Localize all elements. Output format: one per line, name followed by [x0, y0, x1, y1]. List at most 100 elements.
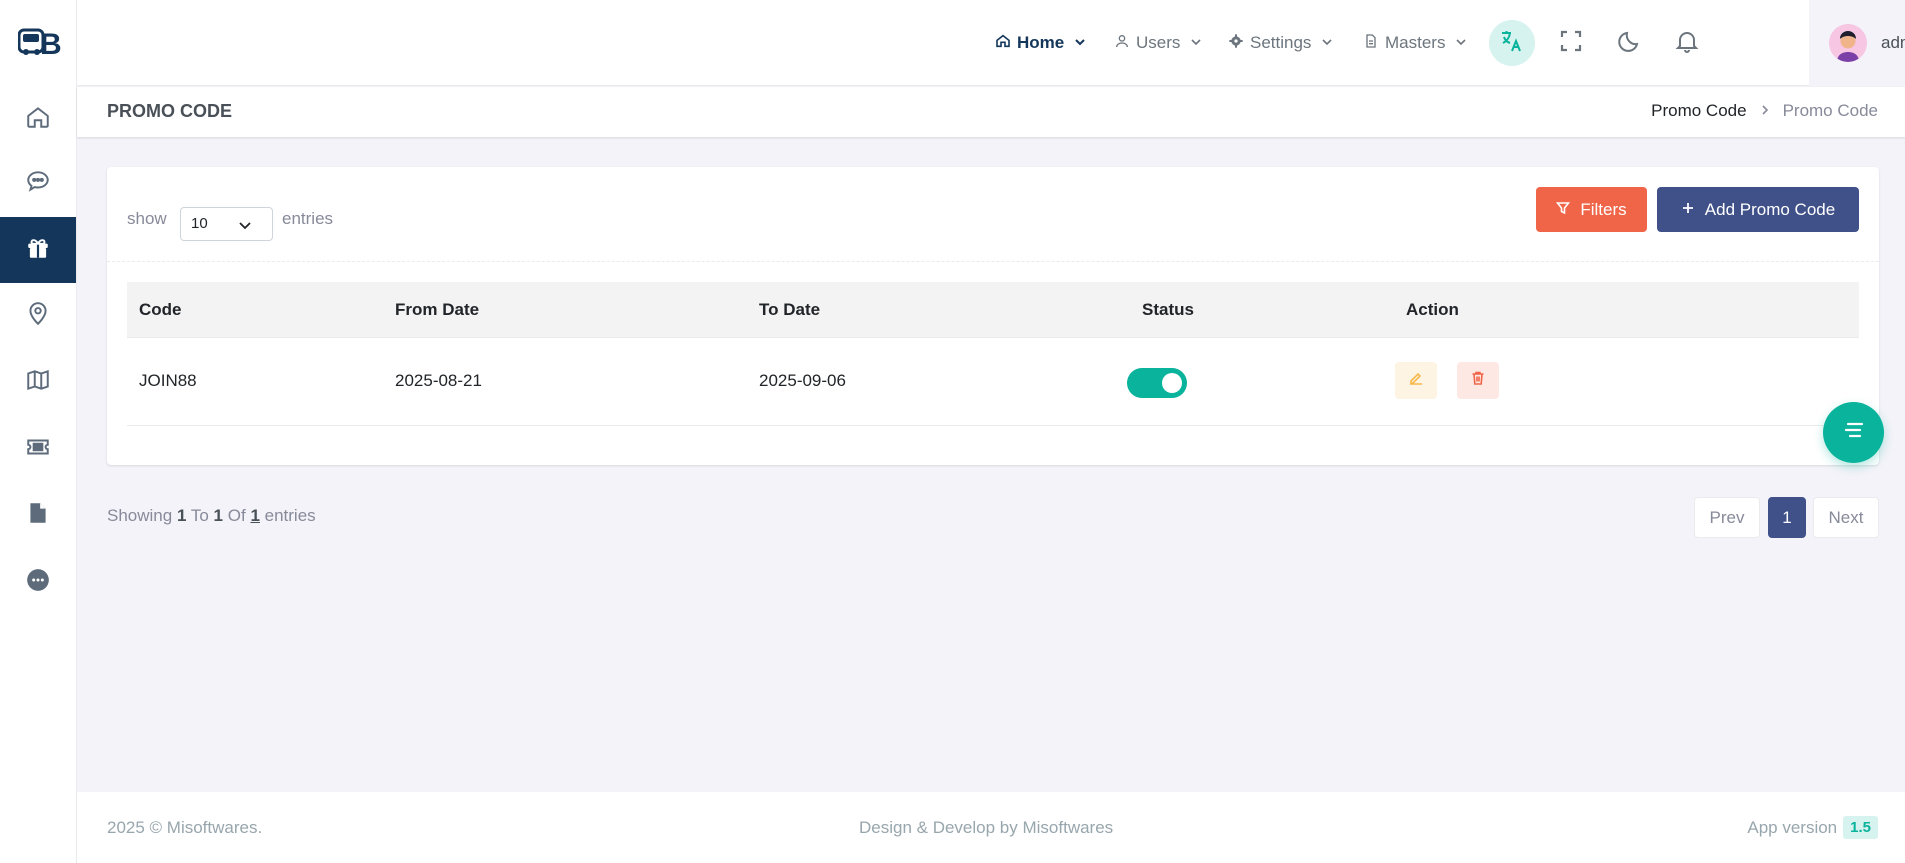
sidebar-item-ticket[interactable] [0, 416, 76, 482]
filter-icon [1556, 200, 1571, 220]
sidebar-item-promo[interactable] [0, 217, 76, 283]
chevron-down-icon [1186, 33, 1202, 53]
file-icon [25, 500, 51, 531]
page-1-button[interactable]: 1 [1768, 497, 1806, 538]
chevron-right-icon [1759, 101, 1771, 121]
prev-page-button[interactable]: Prev [1694, 497, 1760, 538]
notifications-button[interactable] [1664, 20, 1710, 66]
sidebar-item-chat[interactable] [0, 150, 76, 216]
fullscreen-button[interactable] [1548, 20, 1594, 66]
file-icon [1363, 33, 1379, 54]
sidebar-item-document[interactable] [0, 482, 76, 548]
status-toggle-knob [1162, 373, 1182, 393]
chevron-down-icon [1451, 33, 1467, 53]
breadcrumb-current: Promo Code [1782, 101, 1878, 120]
topbar: Home Users Settings Masters ad [77, 0, 1905, 86]
plus-icon [1681, 200, 1695, 220]
topnav-masters-label: Masters [1385, 33, 1446, 52]
showing-to-word: To [190, 506, 209, 525]
showing-suffix: entries [264, 506, 316, 525]
sidebar-item-home[interactable] [0, 86, 76, 152]
footer: 2025 © Misoftwares. Design & Develop by … [77, 792, 1905, 863]
topnav-home[interactable]: Home [995, 0, 1086, 86]
breadcrumb-parent[interactable]: Promo Code [1651, 101, 1746, 121]
delete-button[interactable] [1457, 362, 1499, 399]
topnav-home-label: Home [1017, 33, 1065, 52]
sidebar: B [0, 0, 77, 863]
home-icon [25, 104, 51, 135]
edit-button[interactable] [1395, 362, 1437, 399]
fullscreen-icon [1558, 28, 1584, 59]
trash-icon [1470, 370, 1486, 391]
pencil-icon [1408, 370, 1424, 391]
gift-icon [25, 235, 51, 266]
map-icon [25, 367, 51, 398]
page-title-bar: Promo Code Promo Code Promo Code [77, 87, 1905, 137]
map-pin-icon [25, 301, 51, 332]
topnav-users[interactable]: Users [1114, 0, 1202, 86]
topnav-settings-label: Settings [1250, 33, 1312, 52]
bell-icon [1674, 28, 1700, 59]
user-name: admin [1881, 33, 1905, 52]
topnav-settings[interactable]: Settings [1228, 0, 1333, 86]
gear-icon [1228, 33, 1244, 54]
cell-to-date: 2025-09-06 [759, 371, 846, 390]
app-version-badge: 1.5 [1843, 816, 1878, 839]
table-header: Code From Date To Date Status Action [127, 282, 1859, 338]
filters-button-label: Filters [1580, 199, 1627, 219]
showing-to: 1 [213, 506, 224, 525]
brand-logo[interactable]: B [17, 24, 73, 61]
moon-icon [1617, 28, 1643, 59]
showing-entries-text: Showing 1 To 1 Of 1 entries [107, 506, 316, 526]
footer-credit: Design & Develop by Misoftwares [859, 818, 1114, 837]
promo-code-card: show 10 entries Filters Add Promo Code C… [107, 167, 1879, 465]
home-icon [995, 33, 1011, 54]
language-button[interactable] [1489, 20, 1535, 66]
show-label: show [127, 209, 167, 228]
sidebar-item-map[interactable] [0, 349, 76, 415]
showing-of-word: Of [227, 506, 246, 525]
avatar [1829, 24, 1867, 62]
chevron-down-icon [1070, 33, 1086, 53]
sidebar-item-more[interactable] [0, 549, 76, 615]
column-header-code: Code [139, 299, 182, 319]
column-header-from-date: From Date [395, 299, 480, 319]
card-header: show 10 entries Filters Add Promo Code [107, 167, 1879, 262]
status-toggle[interactable] [1127, 368, 1187, 398]
topnav-users-label: Users [1136, 33, 1181, 52]
promo-code-table: Code From Date To Date Status Action JOI… [127, 282, 1859, 426]
user-menu[interactable]: admin [1809, 0, 1905, 86]
dark-mode-button[interactable] [1607, 20, 1653, 66]
add-promo-code-button-label: Add Promo Code [1704, 199, 1836, 219]
column-header-status: Status [1142, 299, 1194, 319]
cell-code: JOIN88 [139, 371, 197, 390]
entries-select[interactable]: 10 [180, 207, 273, 241]
more-icon [25, 567, 51, 598]
chevron-down-icon [1317, 33, 1333, 53]
add-promo-code-button[interactable]: Add Promo Code [1657, 187, 1859, 232]
translate-icon [1499, 28, 1525, 59]
app-version-label: App version [1747, 817, 1838, 837]
topnav-masters[interactable]: Masters [1363, 0, 1467, 86]
sidebar-item-location[interactable] [0, 283, 76, 349]
customizer-button[interactable] [1823, 402, 1884, 463]
chat-icon [25, 168, 51, 199]
ticket-icon [25, 434, 51, 465]
showing-total: 1 [250, 506, 260, 525]
showing-prefix: Showing [107, 506, 173, 525]
svg-text:B: B [40, 28, 62, 60]
column-header-action: Action [1406, 299, 1459, 319]
entries-select-value: 10 [191, 215, 208, 232]
cell-from-date: 2025-08-21 [395, 371, 482, 390]
next-page-button[interactable]: Next [1813, 497, 1879, 538]
footer-copyright: 2025 © Misoftwares. [107, 818, 263, 837]
page-title: Promo Code [107, 101, 233, 121]
entries-label: entries [282, 209, 334, 228]
filters-button[interactable]: Filters [1536, 187, 1647, 232]
table-row: JOIN88 2025-08-21 2025-09-06 [127, 338, 1859, 426]
showing-from: 1 [176, 506, 187, 525]
breadcrumb: Promo Code Promo Code [1651, 101, 1878, 121]
user-icon [1114, 33, 1130, 54]
menu-lines-icon [1840, 416, 1868, 449]
column-header-to-date: To Date [759, 299, 821, 319]
